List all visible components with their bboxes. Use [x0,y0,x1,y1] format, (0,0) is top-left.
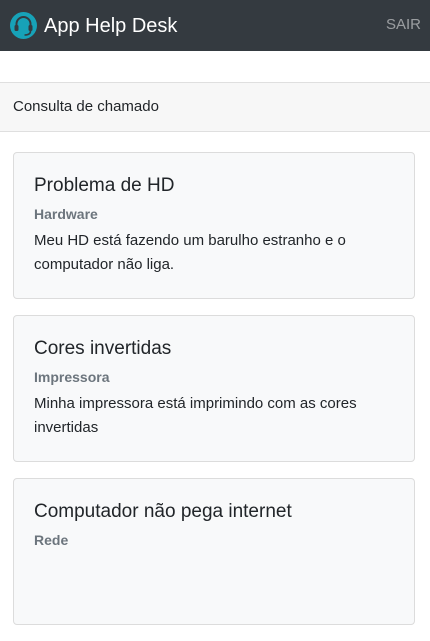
app-title: App Help Desk [44,14,178,37]
ticket-list: Problema de HD Hardware Meu HD está faze… [13,152,415,641]
ticket-card: Problema de HD Hardware Meu HD está faze… [13,152,415,299]
ticket-category: Impressora [34,369,110,385]
ticket-title: Cores invertidas [34,338,172,359]
ticket-card: Cores invertidas Impressora Minha impres… [13,315,415,462]
brand[interactable]: App Help Desk [9,9,177,42]
ticket-category: Rede [34,532,69,548]
ticket-category: Hardware [34,206,98,222]
top-navbar: App Help Desk SAIR [0,0,430,51]
headset-icon [9,11,38,40]
ticket-title: Computador não pega internet [34,501,292,522]
page-title: Consulta de chamado [0,82,430,132]
ticket-title: Problema de HD [34,175,175,196]
logout-link[interactable]: SAIR [386,15,421,35]
ticket-description: Meu HD está fazendo um barulho estranho … [34,232,346,273]
ticket-description: Minha impressora está imprimindo com as … [34,395,357,436]
ticket-card: Computador não pega internet Rede [13,478,415,625]
